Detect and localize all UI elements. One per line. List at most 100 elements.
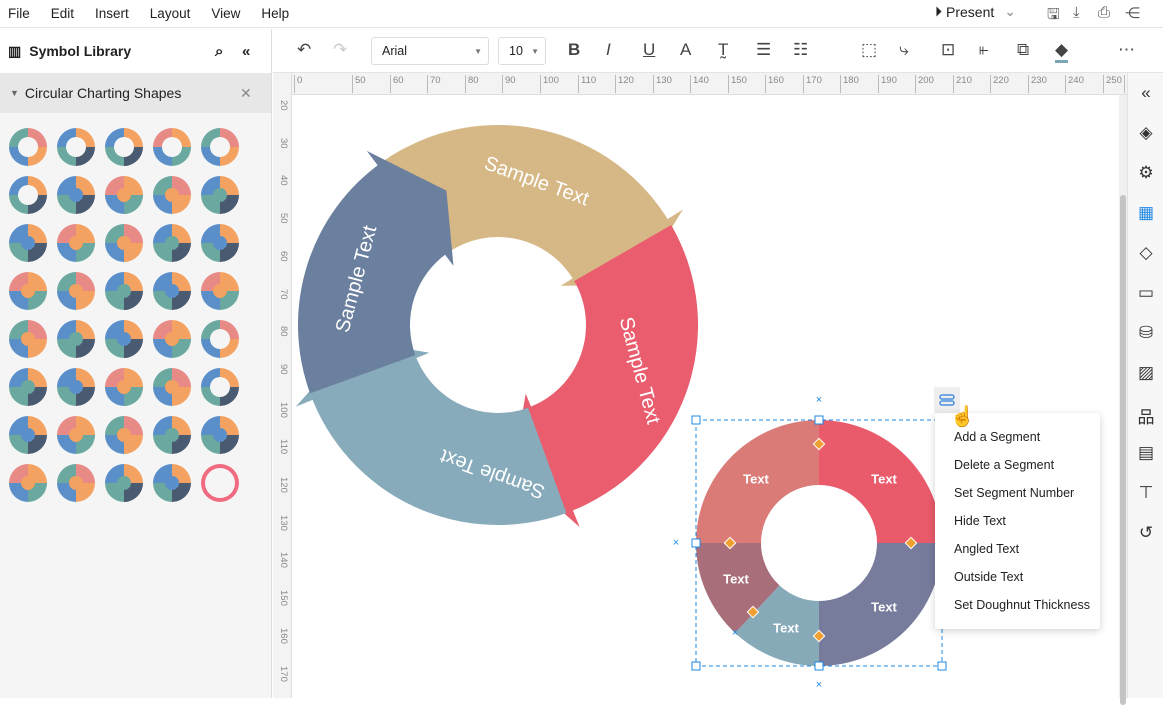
connector-icon[interactable]: ⤷ xyxy=(899,40,909,60)
shape-thumbnail[interactable] xyxy=(4,171,52,219)
italic-icon[interactable]: I xyxy=(606,40,611,60)
category-label: Circular Charting Shapes xyxy=(24,85,182,101)
print-icon[interactable]: ⎙ xyxy=(1098,4,1110,21)
image-icon[interactable]: ▨ xyxy=(1135,363,1157,385)
shape-thumbnail[interactable] xyxy=(4,459,52,507)
align-icon[interactable]: ☰ xyxy=(756,40,771,60)
shape-thumbnail[interactable] xyxy=(52,315,100,363)
shape-thumbnail[interactable] xyxy=(196,219,244,267)
download-icon[interactable]: ⤓ xyxy=(1073,4,1080,21)
ruler-tick: 100 xyxy=(278,401,289,418)
timeline-icon[interactable]: ⊤ xyxy=(1135,483,1157,505)
menu-delete-segment[interactable]: Delete a Segment xyxy=(935,451,1100,479)
shape-thumbnail[interactable] xyxy=(100,411,148,459)
fill-icon[interactable]: ◈ xyxy=(1135,123,1157,145)
shape-thumbnail[interactable] xyxy=(100,219,148,267)
redo-icon[interactable]: ↷ xyxy=(333,40,347,60)
library-title: Symbol Library xyxy=(29,43,132,59)
menu-doughnut-thickness[interactable]: Set Doughnut Thickness xyxy=(935,591,1100,619)
bold-icon[interactable]: B xyxy=(568,40,580,60)
shape-thumbnail[interactable] xyxy=(52,411,100,459)
shape-thumbnail[interactable] xyxy=(196,267,244,315)
menu-file[interactable]: File xyxy=(0,6,43,21)
category-header[interactable]: ▼ Circular Charting Shapes ✕ xyxy=(0,73,271,113)
align-left-icon[interactable]: ⫦ xyxy=(979,40,989,60)
shape-thumbnail[interactable] xyxy=(148,363,196,411)
shape-thumbnail[interactable] xyxy=(52,219,100,267)
shape-thumbnail[interactable] xyxy=(196,459,244,507)
ruler-tick: 170 xyxy=(803,75,822,93)
text-style-icon[interactable]: T̰ xyxy=(718,40,728,60)
shape-thumbnail[interactable] xyxy=(4,411,52,459)
shape-thumbnail[interactable] xyxy=(52,171,100,219)
shape-thumbnail[interactable] xyxy=(52,123,100,171)
shapes-icon[interactable]: ▦ xyxy=(1135,203,1157,225)
shape-thumbnail[interactable] xyxy=(52,267,100,315)
search-icon[interactable]: ⌕ xyxy=(215,43,223,60)
shape-thumbnail[interactable] xyxy=(100,315,148,363)
page-icon[interactable]: ▤ xyxy=(1135,443,1157,465)
vertical-scrollbar[interactable] xyxy=(1119,95,1127,705)
more-icon[interactable]: ⋯ xyxy=(1118,40,1135,60)
chevron-down-icon[interactable]: ⌄ xyxy=(1004,3,1016,20)
fill-icon[interactable]: ◆ xyxy=(1055,40,1069,63)
shape-thumbnail[interactable] xyxy=(4,315,52,363)
share-icon[interactable]: ⋲ xyxy=(1125,4,1140,22)
menu-insert[interactable]: Insert xyxy=(87,6,142,21)
group-icon[interactable]: ⧉ xyxy=(1017,40,1029,60)
spacing-icon[interactable]: ☷ xyxy=(793,40,808,60)
shape-thumbnail[interactable] xyxy=(148,123,196,171)
shape-thumbnail[interactable] xyxy=(196,171,244,219)
shape-thumbnail[interactable] xyxy=(196,411,244,459)
shape-thumbnail[interactable] xyxy=(4,363,52,411)
font-color-icon[interactable]: A xyxy=(680,40,691,60)
menu-hide-text[interactable]: Hide Text xyxy=(935,507,1100,535)
shape-thumbnail[interactable] xyxy=(100,459,148,507)
ruler-tick: 160 xyxy=(765,75,784,93)
font-select[interactable]: Arial ▼ xyxy=(371,37,489,65)
undo-icon[interactable]: ↶ xyxy=(297,40,311,60)
shape-thumbnail[interactable] xyxy=(4,267,52,315)
shape-thumbnail[interactable] xyxy=(4,219,52,267)
shape-thumbnail[interactable] xyxy=(148,411,196,459)
menu-edit[interactable]: Edit xyxy=(43,6,87,21)
shape-thumbnail[interactable] xyxy=(4,123,52,171)
shape-thumbnail[interactable] xyxy=(148,171,196,219)
shape-thumbnail[interactable] xyxy=(148,219,196,267)
shape-thumbnail[interactable] xyxy=(100,267,148,315)
menu-angled-text[interactable]: Angled Text xyxy=(935,535,1100,563)
history-icon[interactable]: ↺ xyxy=(1135,523,1157,545)
underline-icon[interactable]: U xyxy=(643,40,655,60)
collapse-icon[interactable]: « xyxy=(242,43,250,60)
shape-thumbnail[interactable] xyxy=(196,315,244,363)
menu-help[interactable]: Help xyxy=(253,6,302,21)
style-icon[interactable]: ⚙ xyxy=(1135,163,1157,185)
present-button[interactable]: ⏵ Present ⌄ xyxy=(935,3,1016,20)
shape-thumbnail[interactable] xyxy=(100,123,148,171)
shape-thumbnail[interactable] xyxy=(148,315,196,363)
shape-thumbnail[interactable] xyxy=(148,459,196,507)
menu-layout[interactable]: Layout xyxy=(142,6,204,21)
shape-thumbnail[interactable] xyxy=(100,363,148,411)
text-box-icon[interactable]: ⬚ xyxy=(861,40,877,60)
shape-thumbnail[interactable] xyxy=(196,363,244,411)
close-icon[interactable]: ✕ xyxy=(240,85,252,102)
shape-thumbnail[interactable] xyxy=(100,171,148,219)
menu-outside-text[interactable]: Outside Text xyxy=(935,563,1100,591)
data-icon[interactable]: ⛁ xyxy=(1135,323,1157,345)
save-icon[interactable]: 🖫 xyxy=(1047,4,1060,29)
resize-handle xyxy=(814,415,824,425)
org-chart-icon[interactable]: 品 xyxy=(1135,403,1157,427)
expand-icon[interactable]: « xyxy=(1135,83,1157,105)
menu-set-segment-number[interactable]: Set Segment Number xyxy=(935,479,1100,507)
shape-thumbnail[interactable] xyxy=(148,267,196,315)
font-size-select[interactable]: 10 ▼ xyxy=(498,37,546,65)
position-icon[interactable]: ⊡ xyxy=(941,40,955,60)
shape-thumbnail[interactable] xyxy=(52,363,100,411)
shape-thumbnail[interactable] xyxy=(196,123,244,171)
caret-down-icon: ▼ xyxy=(10,88,19,98)
menu-view[interactable]: View xyxy=(203,6,253,21)
layers-icon[interactable]: ◇ xyxy=(1135,243,1157,265)
presentation-icon[interactable]: ▭ xyxy=(1135,283,1157,305)
shape-thumbnail[interactable] xyxy=(52,459,100,507)
